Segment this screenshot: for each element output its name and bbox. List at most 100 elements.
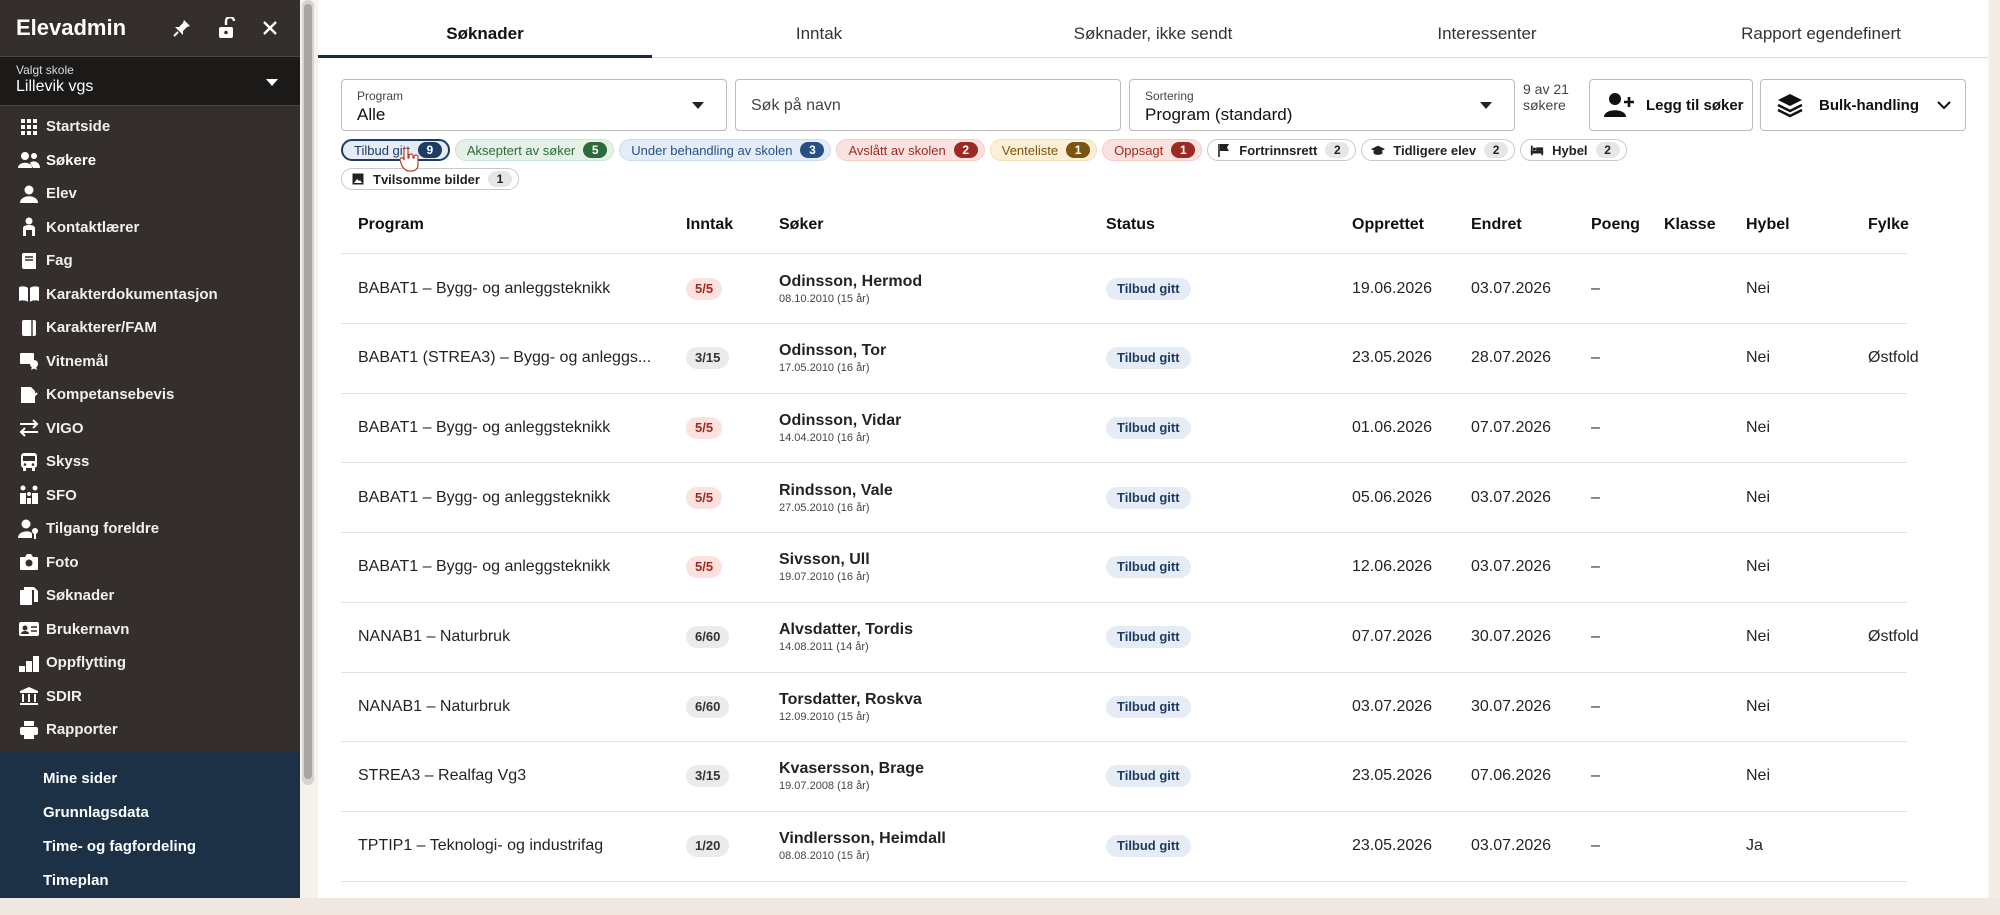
column-header[interactable]: Opprettet [1352,216,1424,234]
sidebar-item-rapporter[interactable]: Rapporter [0,713,300,747]
sidebar-item-foto[interactable]: Foto [0,546,300,580]
cell-opprettet: 12.06.2026 [1352,533,1432,602]
applicant-name[interactable]: Alvsdatter, Tordis [779,621,913,639]
applicant-name[interactable]: Kvasersson, Brage [779,760,924,778]
sort-select[interactable]: Sortering Program (standard) [1129,79,1515,131]
applicant-name[interactable]: Torsdatter, Roskva [779,691,922,709]
table-row[interactable]: BABAT1 – Bygg- og anleggsteknikk 5/5 Odins… [341,254,1907,324]
filter-chip[interactable]: Akseptert av søker 5 [454,139,615,161]
opprettet-value: 23.05.2026 [1352,767,1433,785]
applicant-name[interactable]: Odinsson, Hermod [779,273,922,291]
sidebar-item-elev[interactable]: Elev [0,177,300,211]
sidebar-item-søknader[interactable]: Søknader [0,579,300,613]
column-header[interactable]: Endret [1471,216,1522,234]
bulk-action-button[interactable]: Bulk-handling [1760,79,1966,131]
opprettet-value: 07.07.2026 [1352,628,1433,645]
submenu-item[interactable]: Timeplan [0,863,300,897]
hybel-value: Nei [1746,349,1771,367]
sidebar-item-vitnemål[interactable]: Vitnemål [0,345,300,379]
unlock-icon[interactable] [212,14,240,42]
sidebar-nav: Startside Søkere Elev Kontaktlærer Fag Karakt… [0,106,300,756]
table-row[interactable]: TPTIP1 – Teknologi- og industrifag 1/20 Vi… [341,812,1907,882]
filter-chip[interactable]: Fortrinnsrett 2 [1207,139,1357,161]
person-key-icon [18,518,40,540]
sidebar-item-skyss[interactable]: Skyss [0,445,300,479]
applicant-name[interactable]: Odinsson, Tor [779,342,886,360]
intake-badge: 5/5 [686,277,723,300]
filter-chip[interactable]: Hybel 2 [1520,139,1627,161]
main-scrollbar[interactable] [1990,0,2000,898]
sidebar-item-sfo[interactable]: SFO [0,479,300,513]
applicant-name[interactable]: Sivsson, Ull [779,551,870,569]
cell-opprettet: 07.07.2026 [1352,603,1432,672]
column-header[interactable]: Klasse [1664,216,1716,234]
table-row[interactable]: BABAT1 (STREA3) – Bygg- og anleggs... 3/1… [341,324,1919,394]
close-icon[interactable] [256,14,284,42]
applicant-birthdate: 14.08.2011 (14 år) [779,641,869,653]
chip-count: 9 [417,142,442,158]
search-input[interactable]: Søk på navn [735,79,1121,131]
filter-chip[interactable]: Avslått av skolen 2 [836,139,985,161]
chip-count: 2 [1325,142,1350,158]
applicant-name[interactable]: Odinsson, Vidar [779,412,901,430]
filter-chip[interactable]: Venteliste 1 [989,139,1098,161]
hybel-value: Ja [1746,837,1763,855]
tab-5[interactable]: Rapport egendefinert [1654,10,1988,57]
sidebar-item-sdir[interactable]: SDIR [0,680,300,714]
cell-inntak: 6/60 [686,672,730,741]
chip-count: 1 [1171,142,1196,158]
submenu-item[interactable]: Grunnlagsdata [0,795,300,829]
column-header[interactable]: Fylke [1868,216,1909,234]
tab-1[interactable]: Søknader [318,10,652,58]
table-row[interactable]: BABAT1 – Bygg- og anleggsteknikk 5/5 Rinds… [341,463,1907,534]
filter-chip[interactable]: Oppsagt 1 [1102,139,1203,161]
tab-3[interactable]: Søknader, ikke sendt [986,10,1320,57]
applicant-name[interactable]: Vindlersson, Heimdall [779,830,946,848]
column-header[interactable]: Poeng [1591,216,1640,234]
filter-chip[interactable]: Tilbud gitt 9 [341,139,450,161]
add-applicant-button[interactable]: Legg til søker [1589,79,1753,131]
column-header[interactable]: Hybel [1746,216,1790,234]
table-row[interactable]: NANAB1 – Naturbruk 6/60 Alvsdatter, Tordis… [341,603,1919,673]
filter-chip[interactable]: Tvilsomme bilder 1 [341,168,519,190]
sidebar-item-kontaktlærer[interactable]: Kontaktlærer [0,211,300,245]
table-row[interactable]: STREA3 – Realfag Vg3 3/15 Kvasersson, Brag… [341,742,1907,812]
column-header[interactable]: Program [358,216,424,234]
sidebar-scrollbar-thumb[interactable] [304,4,312,779]
cell-poeng: – [1591,742,1600,811]
sidebar-item-label: Søkere [46,151,97,169]
sidebar-item-karakterdokumentasjon[interactable]: Karakterdokumentasjon [0,278,300,312]
column-header[interactable]: Inntak [686,216,733,234]
program-select[interactable]: Program Alle [341,79,727,131]
column-header[interactable]: Status [1106,216,1155,234]
graduation-cap-icon [1371,143,1386,157]
sidebar-item-startside[interactable]: Startside [0,110,300,144]
table-row[interactable]: BABAT1 – Bygg- og anleggsteknikk 5/5 Odins… [341,393,1907,464]
filter-chip[interactable]: Tidligere elev 2 [1361,139,1516,161]
submenu-item[interactable]: Mine sider [0,761,300,795]
sidebar-item-fag[interactable]: Fag [0,244,300,278]
sidebar-item-brukernavn[interactable]: Brukernavn [0,613,300,647]
tab-4[interactable]: Interessenter [1320,10,1654,57]
sidebar-item-tilgang-foreldre[interactable]: Tilgang foreldre [0,512,300,546]
status-badge: Tilbud gitt [1106,556,1191,579]
tab-2[interactable]: Inntak [652,10,986,57]
sidebar-item-søkere[interactable]: Søkere [0,144,300,178]
program-cell: BABAT1 – Bygg- og anleggsteknikk [358,558,611,576]
sidebar-item-label: Kontaktlærer [46,218,140,236]
filter-chip[interactable]: Under behandling av skolen 3 [619,139,832,161]
sidebar-item-vigo[interactable]: VIGO [0,412,300,446]
sidebar-item-kompetansebevis[interactable]: Kompetansebevis [0,378,300,412]
cell-status: Tilbud gitt [1106,324,1191,393]
school-selector[interactable]: Valgt skole Lillevik vgs [0,56,300,106]
applicant-name[interactable]: Rindsson, Vale [779,482,893,500]
sidebar-item-label: Fag [46,252,73,270]
table-row[interactable]: BABAT1 – Bygg- og anleggsteknikk 5/5 Sivss… [341,533,1907,603]
sidebar-item-oppflytting[interactable]: Oppflytting [0,646,300,680]
submenu-item[interactable]: Time- og fagfordeling [0,829,300,863]
sidebar-item-karakterer-fam[interactable]: Karakterer/FAM [0,311,300,345]
table-row[interactable]: NANAB1 – Naturbruk 6/60 Torsdatter, Roskva… [341,672,1907,743]
pin-icon[interactable] [168,14,196,42]
column-header[interactable]: Søker [779,216,823,234]
program-select-label: Program [357,89,404,103]
